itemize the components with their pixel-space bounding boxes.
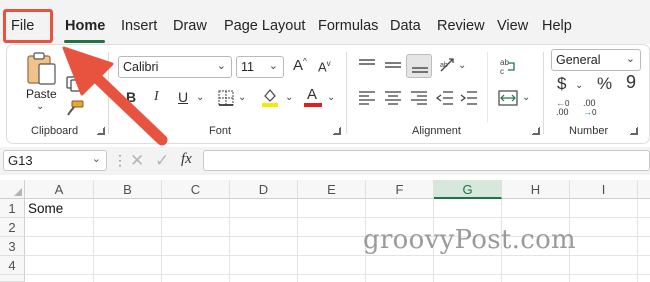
annotation-arrow-icon	[62, 46, 168, 146]
